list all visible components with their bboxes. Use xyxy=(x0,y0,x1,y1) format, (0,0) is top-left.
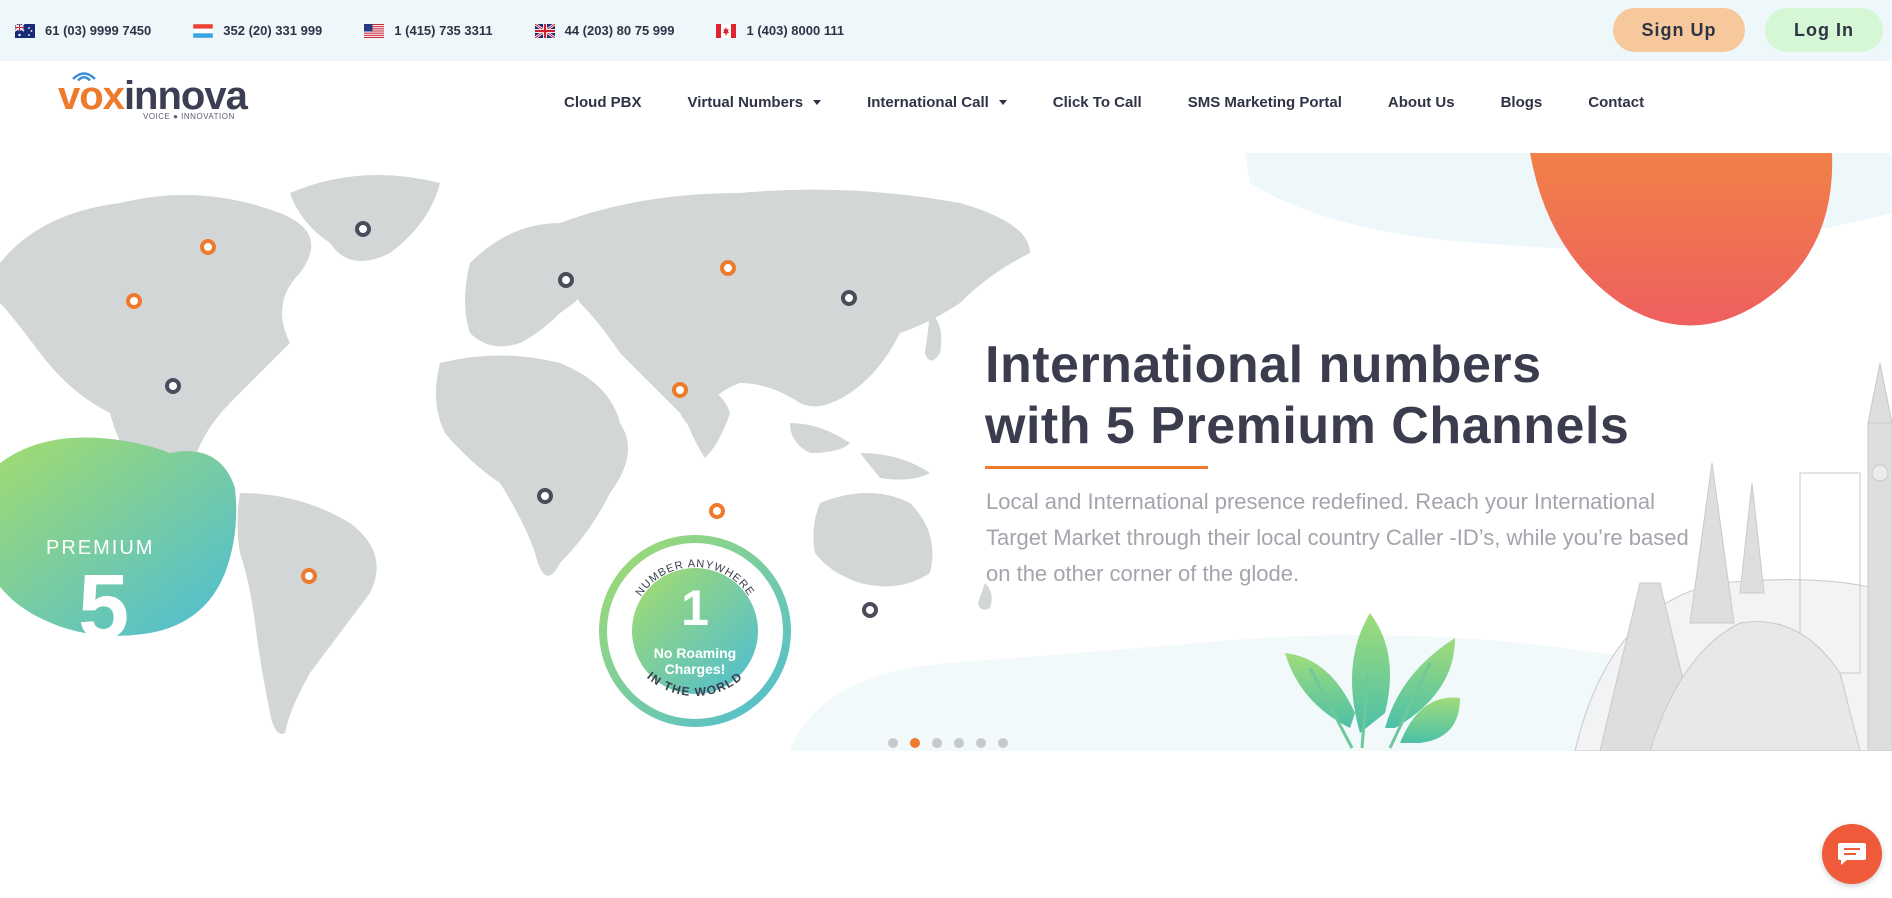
hero-description: Local and International presence redefin… xyxy=(986,489,1689,586)
hero-slider: NUMBER ANYWHERE IN THE WORLD PREMIUM 5 C… xyxy=(0,153,1892,751)
premium-badge-bottom: CHANNELS xyxy=(42,673,167,695)
chevron-down-icon xyxy=(998,99,1007,105)
phone-australia[interactable]: 61 (03) 9999 7450 xyxy=(15,23,151,38)
australia-flag-icon xyxy=(15,23,35,38)
nav-about-us[interactable]: About Us xyxy=(1388,94,1455,111)
slider-dots xyxy=(888,738,1020,748)
phone-uk[interactable]: 44 (203) 80 75 999 xyxy=(534,23,675,38)
nav-cloud-pbx[interactable]: Cloud PBX xyxy=(564,94,642,111)
nav-click-to-call[interactable]: Click To Call xyxy=(1053,94,1142,111)
phone-luxembourg[interactable]: 352 (20) 331 999 xyxy=(193,23,322,38)
chat-button[interactable] xyxy=(1822,824,1882,884)
nav-contact[interactable]: Contact xyxy=(1588,94,1644,111)
phone-list: 61 (03) 9999 7450 352 (20) 331 999 1 (41… xyxy=(15,0,886,61)
voxinnova-logo[interactable]: voxinnova VOICE ● INNOVATION xyxy=(58,70,278,126)
phone-number: 1 (415) 735 3311 xyxy=(394,23,493,38)
nav-virtual-numbers[interactable]: Virtual Numbers xyxy=(688,94,822,111)
slider-dot-active[interactable] xyxy=(910,738,920,748)
chevron-down-icon xyxy=(813,99,822,105)
slider-dot[interactable] xyxy=(976,738,986,748)
phone-canada[interactable]: 1 (403) 8000 111 xyxy=(716,23,844,38)
roaming-badge-number: 1 xyxy=(681,580,709,636)
nav-international-call[interactable]: International Call xyxy=(867,94,1007,111)
logo-tagline: VOICE ● INNOVATION xyxy=(143,112,235,121)
canada-flag-icon xyxy=(716,23,737,38)
chat-bubble-icon xyxy=(1838,843,1866,865)
hero-headline: International numbers with 5 Premium Cha… xyxy=(985,336,1630,455)
roaming-badge-text: No Roaming Charges! xyxy=(653,645,737,677)
nav-blogs[interactable]: Blogs xyxy=(1501,94,1543,111)
main-nav: Cloud PBX Virtual Numbers International … xyxy=(564,88,1690,116)
premium-badge-number: 5 xyxy=(78,556,130,658)
slider-dot[interactable] xyxy=(932,738,942,748)
slider-dot[interactable] xyxy=(954,738,964,748)
slider-dot[interactable] xyxy=(998,738,1008,748)
luxembourg-flag-icon xyxy=(193,23,214,38)
topbar: 61 (03) 9999 7450 352 (20) 331 999 1 (41… xyxy=(0,0,1892,61)
phone-number: 44 (203) 80 75 999 xyxy=(564,23,675,38)
nav-sms-marketing-portal[interactable]: SMS Marketing Portal xyxy=(1188,94,1342,111)
slider-dot[interactable] xyxy=(888,738,898,748)
log-in-button[interactable]: Log In xyxy=(1765,8,1883,52)
sign-up-button[interactable]: Sign Up xyxy=(1613,8,1745,52)
phone-usa[interactable]: 1 (415) 735 3311 xyxy=(364,23,493,38)
phone-number: 61 (03) 9999 7450 xyxy=(45,23,152,38)
phone-number: 1 (403) 8000 111 xyxy=(746,23,845,38)
usa-flag-icon xyxy=(364,23,385,38)
headline-underline xyxy=(985,466,1208,469)
uk-flag-icon xyxy=(534,23,555,38)
phone-number: 352 (20) 331 999 xyxy=(223,23,323,38)
